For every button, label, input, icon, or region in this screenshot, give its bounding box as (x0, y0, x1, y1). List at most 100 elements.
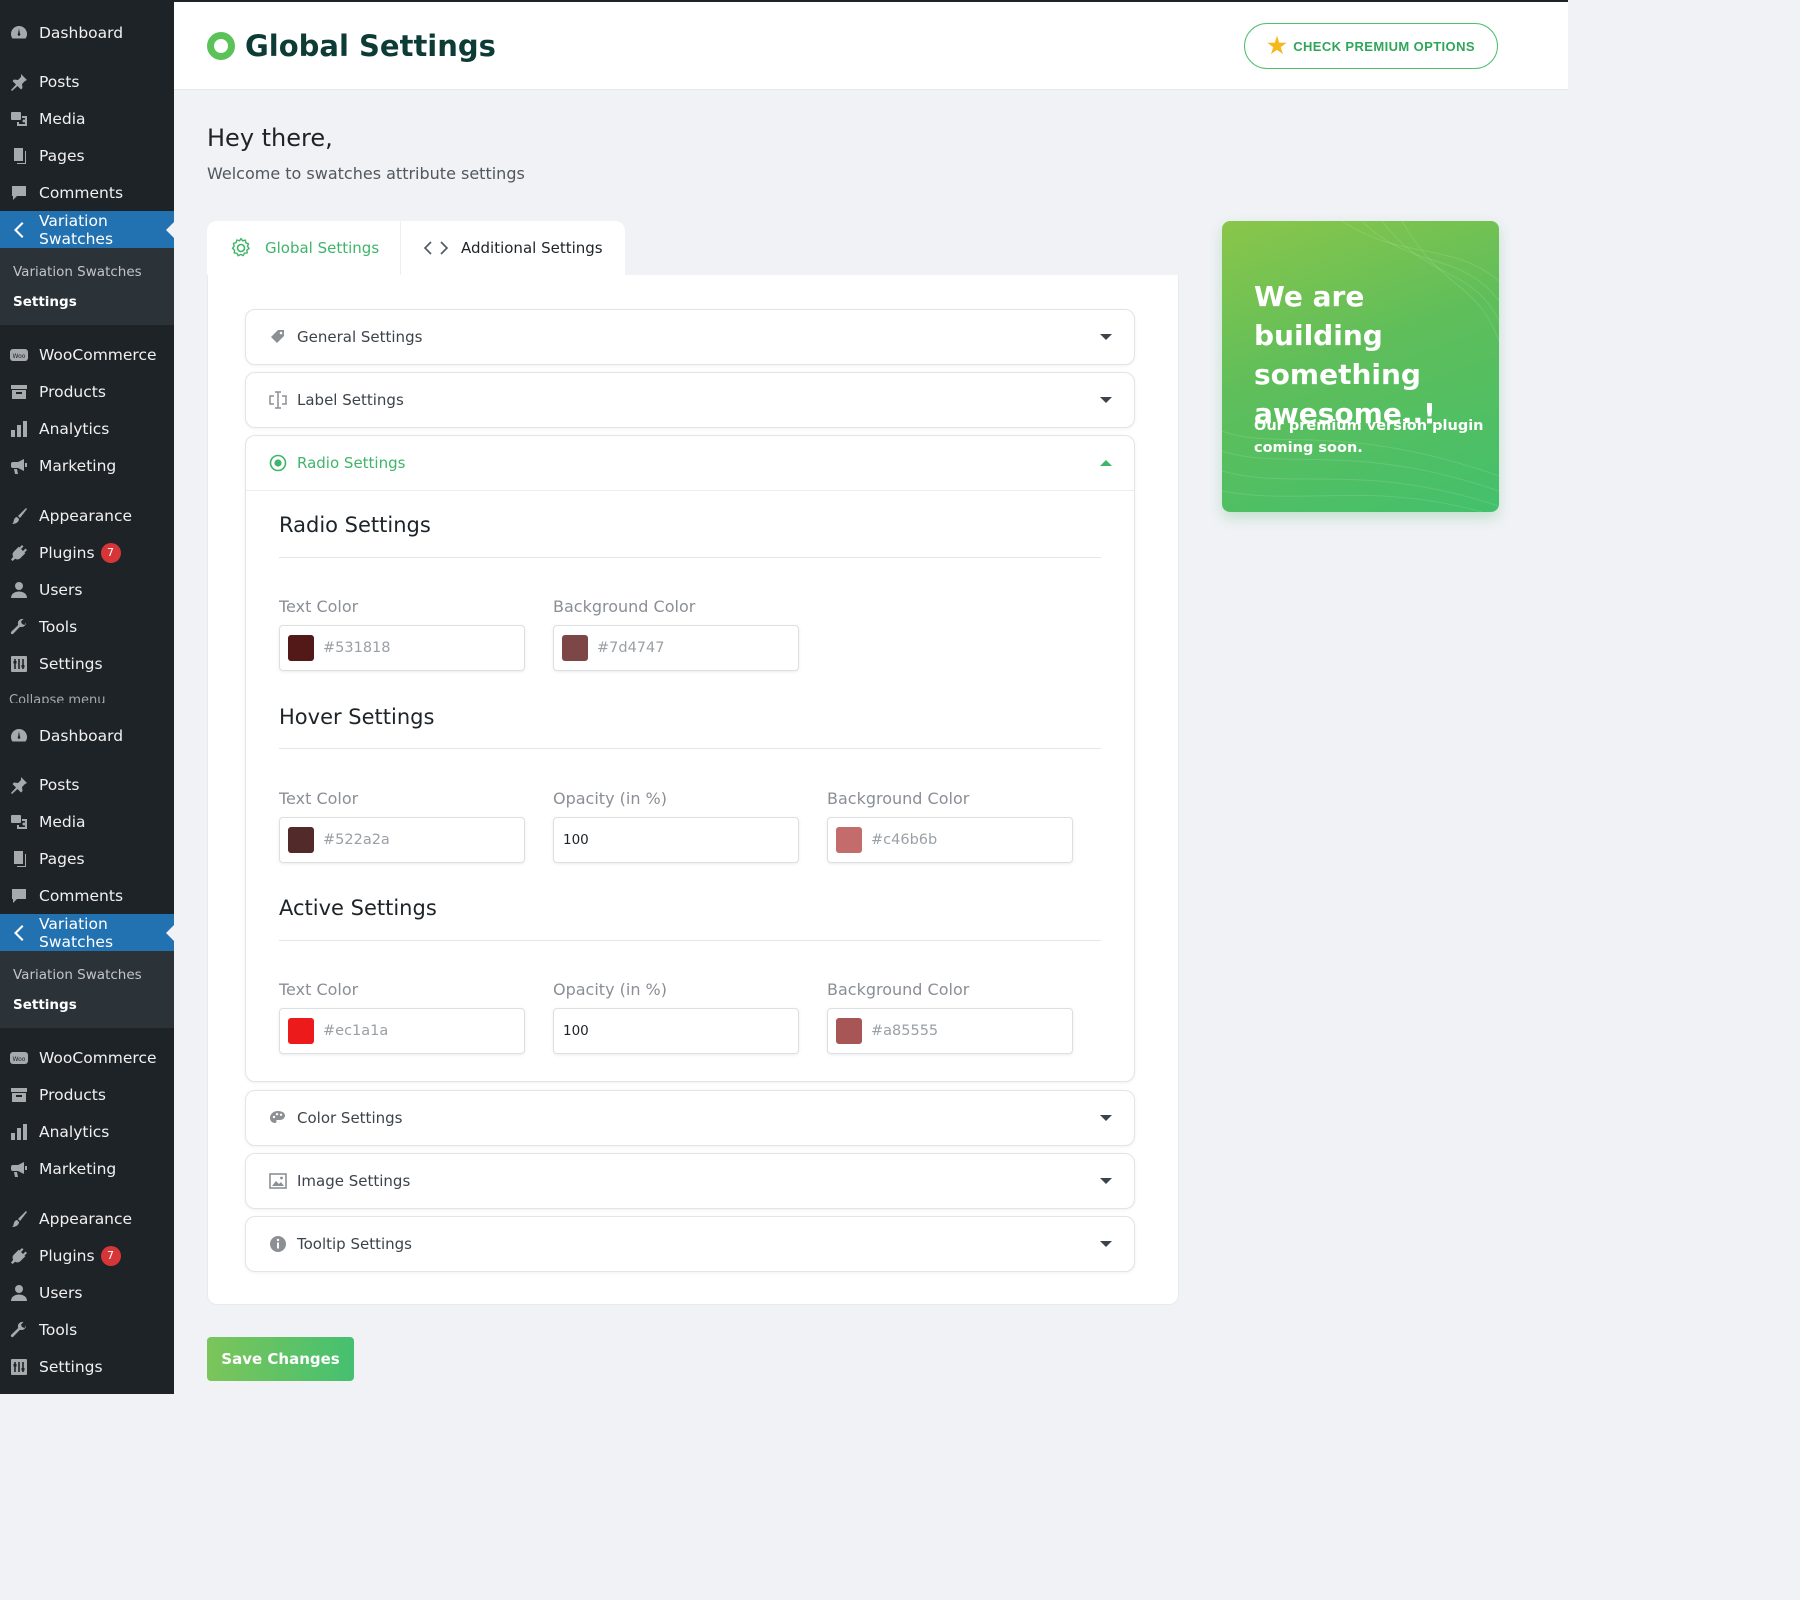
accordion-image-settings[interactable]: Image Settings (245, 1153, 1135, 1209)
collapse-menu-label[interactable]: Collapse menu (9, 693, 106, 703)
chevron-down-icon (1100, 1115, 1112, 1121)
tab-additional-label: Additional Settings (461, 239, 603, 257)
sidebar-item-marketing[interactable]: Marketing (0, 1150, 174, 1187)
sidebar-item-products[interactable]: Products (0, 373, 174, 410)
tab-global-label: Global Settings (265, 239, 380, 257)
brush-icon (9, 506, 29, 526)
sidebar-item-pages[interactable]: Pages (0, 840, 174, 877)
sidebar-item-pages[interactable]: Pages (0, 137, 174, 174)
sidebar-item-plugins[interactable]: Plugins 7 (0, 1237, 174, 1274)
sidebar-item-tools[interactable]: Tools (0, 1311, 174, 1348)
sidebar-item-label: Products (39, 1085, 106, 1104)
sidebar-item-plugins[interactable]: Plugins 7 (0, 534, 174, 571)
tag-icon (268, 327, 288, 347)
sidebar-item-label: Variation Swatches (39, 914, 114, 951)
save-changes-button[interactable]: Save Changes (207, 1337, 354, 1381)
color-swatch[interactable] (288, 827, 314, 853)
hover-opacity-input[interactable]: 100 (553, 817, 799, 863)
sidebar-item-marketing[interactable]: Marketing (0, 447, 174, 484)
sidebar-item-label: Marketing (39, 456, 117, 475)
sidebar-item-posts[interactable]: Posts (0, 63, 174, 100)
sidebar-item-label: Media (39, 109, 86, 128)
sidebar-item-users[interactable]: Users (0, 1274, 174, 1311)
svg-text:Woo: Woo (13, 353, 26, 360)
sidebar-item-label: Dashboard (39, 726, 124, 745)
chart-bar-icon (9, 1122, 29, 1142)
color-swatch[interactable] (836, 1018, 862, 1044)
check-premium-label: CHECK PREMIUM OPTIONS (1293, 38, 1475, 54)
sidebar-item-label: Dashboard (39, 23, 124, 42)
sidebar-item-label: Settings (39, 654, 103, 673)
sidebar-item-analytics[interactable]: Analytics (0, 1113, 174, 1150)
sidebar-item-variation-swatches[interactable]: Variation Swatches (0, 211, 174, 248)
active-text-color-field[interactable]: #ec1a1a (279, 1008, 525, 1054)
sidebar-item-analytics[interactable]: Analytics (0, 410, 174, 447)
hover-bg-color-label: Background Color (827, 789, 970, 808)
accordion-general-settings[interactable]: General Settings (245, 309, 1135, 365)
sidebar-item-settings[interactable]: Settings (0, 1348, 174, 1385)
sidebar-item-woocommerce[interactable]: Woo WooCommerce (0, 1039, 174, 1076)
submenu-item-settings[interactable]: Settings (13, 997, 77, 1013)
color-swatch[interactable] (562, 635, 588, 661)
sidebar-item-media[interactable]: Media (0, 100, 174, 137)
hover-opacity-value: 100 (563, 832, 589, 848)
active-bg-color-value: #a85555 (871, 1023, 939, 1039)
plugin-icon (9, 1246, 29, 1266)
sidebar-item-label: Comments (39, 183, 124, 202)
megaphone-icon (9, 456, 29, 476)
update-count-badge: 7 (100, 1245, 121, 1266)
hover-text-color-field[interactable]: #522a2a (279, 817, 525, 863)
tab-global-settings[interactable]: Global Settings (207, 221, 401, 275)
hover-bg-color-field[interactable]: #c46b6b (827, 817, 1073, 863)
sidebar-item-label: WooCommerce (39, 1048, 157, 1067)
sidebar-item-label: Plugins (39, 543, 95, 562)
active-opacity-input[interactable]: 100 (553, 1008, 799, 1054)
sidebar-item-label: Posts (39, 775, 80, 794)
settings-tabs: Global Settings Additional Settings (207, 221, 625, 275)
chevron-down-icon (1100, 397, 1112, 403)
sidebar-item-label: Analytics (39, 1122, 110, 1141)
radio-text-color-field[interactable]: #531818 (279, 625, 525, 671)
sidebar-item-variation-swatches[interactable]: Variation Swatches (0, 914, 174, 951)
code-icon (423, 241, 449, 255)
sidebar-item-dashboard[interactable]: Dashboard (0, 717, 174, 754)
active-section-title: Active Settings (279, 896, 437, 920)
sidebar-item-label: Users (39, 580, 83, 599)
radio-bg-color-field[interactable]: #7d4747 (553, 625, 799, 671)
logo-ring-icon (207, 32, 235, 60)
accordion-tooltip-settings[interactable]: Tooltip Settings (245, 1216, 1135, 1272)
color-swatch[interactable] (836, 827, 862, 853)
sidebar-item-posts[interactable]: Posts (0, 766, 174, 803)
sidebar-item-products[interactable]: Products (0, 1076, 174, 1113)
sidebar-item-label: Posts (39, 72, 80, 91)
sidebar-item-label: Media (39, 812, 86, 831)
submenu-item-variation-swatches[interactable]: Variation Swatches (13, 967, 142, 983)
check-premium-button[interactable]: ★ CHECK PREMIUM OPTIONS (1244, 23, 1498, 69)
active-bg-color-label: Background Color (827, 980, 970, 999)
submenu-item-settings[interactable]: Settings (13, 294, 77, 310)
sidebar-item-dashboard[interactable]: Dashboard (0, 14, 174, 51)
accordion-radio-header[interactable]: Radio Settings (246, 436, 1134, 491)
sidebar-item-woocommerce[interactable]: Woo WooCommerce (0, 336, 174, 373)
accordion-label-settings[interactable]: Label Settings (245, 372, 1135, 428)
media-icon (9, 109, 29, 129)
sidebar-item-comments[interactable]: Comments (0, 877, 174, 914)
submenu-item-variation-swatches[interactable]: Variation Swatches (13, 264, 142, 280)
woo-icon: Woo (9, 345, 29, 365)
color-swatch[interactable] (288, 635, 314, 661)
divider (279, 940, 1101, 941)
sidebar-item-users[interactable]: Users (0, 571, 174, 608)
sidebar-item-settings[interactable]: Settings (0, 645, 174, 682)
color-swatch[interactable] (288, 1018, 314, 1044)
active-bg-color-field[interactable]: #a85555 (827, 1008, 1073, 1054)
sidebar-item-appearance[interactable]: Appearance (0, 497, 174, 534)
sidebar-item-appearance[interactable]: Appearance (0, 1200, 174, 1237)
sidebar-item-label: Tools (39, 617, 78, 636)
hover-text-color-value: #522a2a (323, 832, 390, 848)
radio-bg-color-value: #7d4747 (597, 640, 665, 656)
tab-additional-settings[interactable]: Additional Settings (401, 221, 625, 275)
sidebar-item-tools[interactable]: Tools (0, 608, 174, 645)
sidebar-item-comments[interactable]: Comments (0, 174, 174, 211)
accordion-color-settings[interactable]: Color Settings (245, 1090, 1135, 1146)
sidebar-item-media[interactable]: Media (0, 803, 174, 840)
